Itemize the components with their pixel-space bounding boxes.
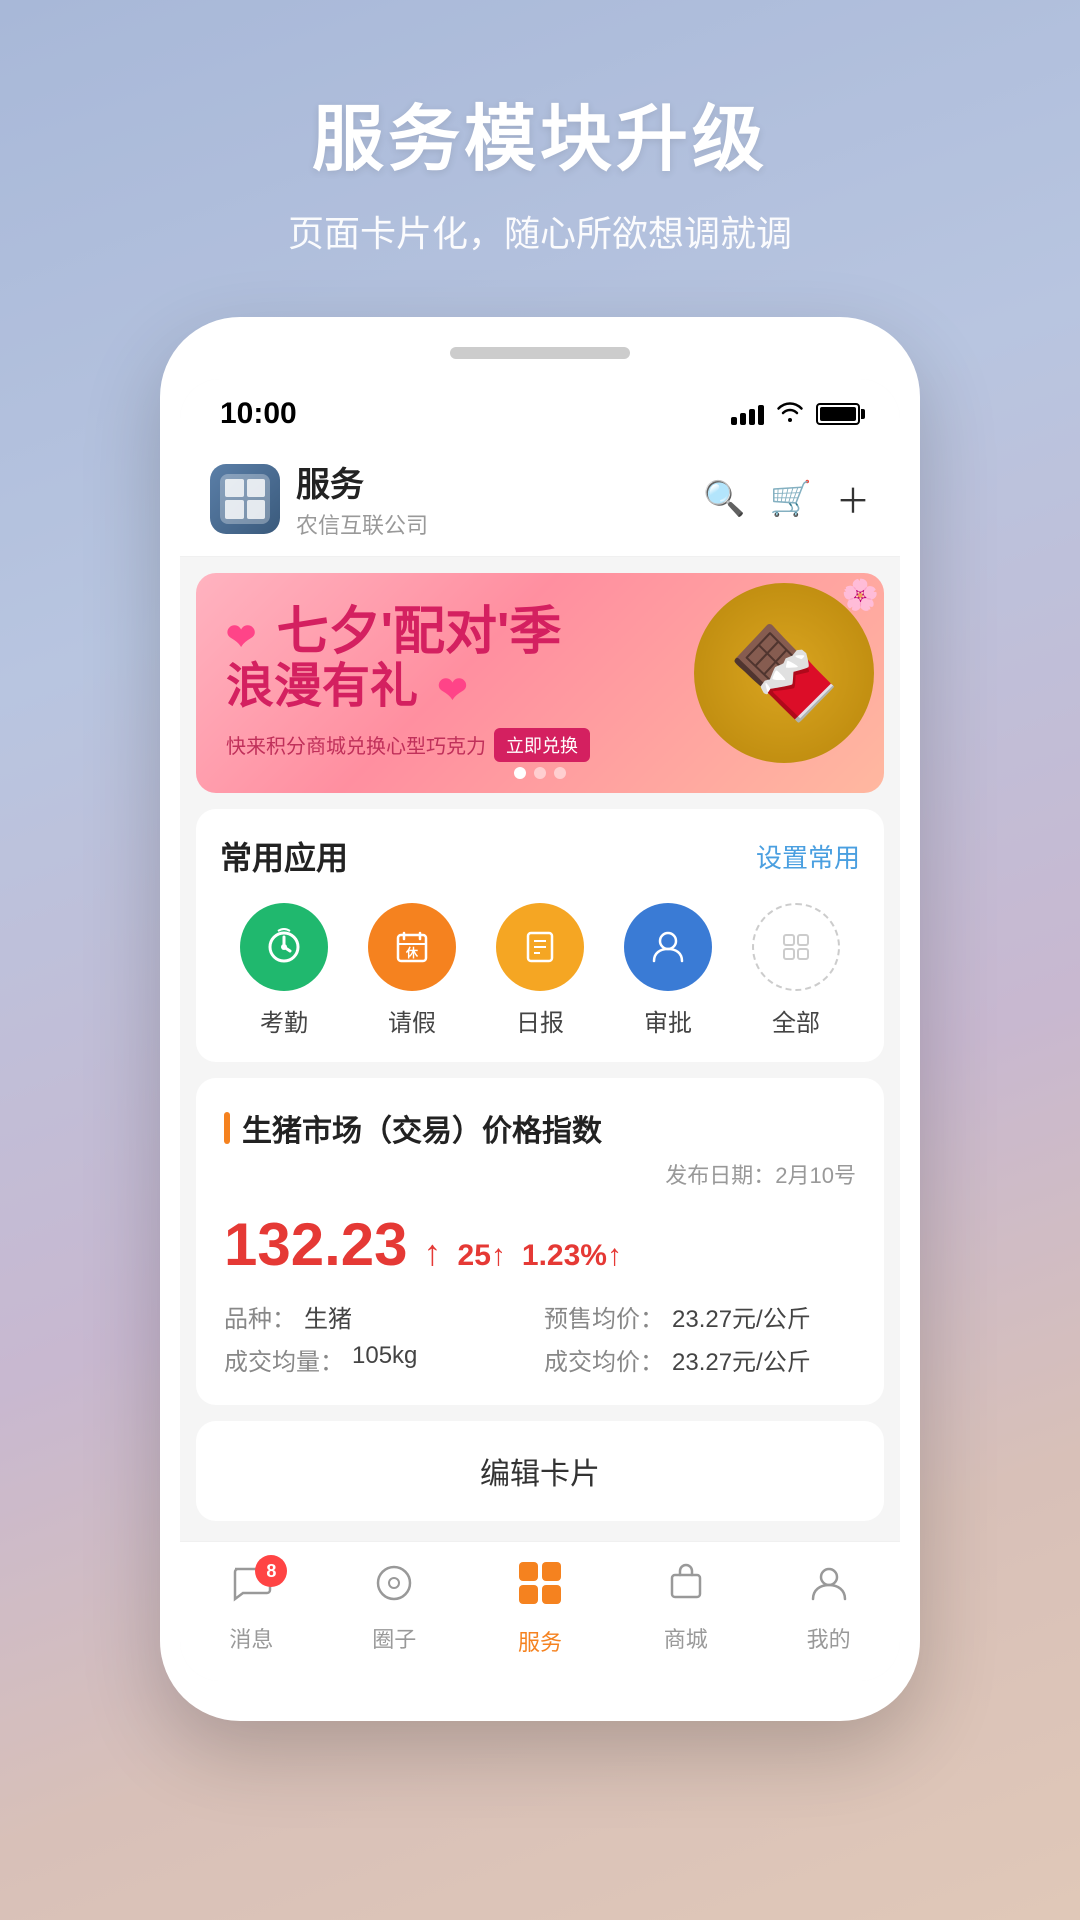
attendance-label: 考勤 <box>260 1003 308 1038</box>
flower-decoration: 🌸 <box>842 578 879 613</box>
shop-label: 商城 <box>664 1622 708 1654</box>
nav-item-service[interactable]: 服务 <box>515 1558 565 1657</box>
circle-label: 圈子 <box>372 1622 416 1654</box>
banner-dots <box>514 767 566 779</box>
market-date: 发布日期：2月10号 <box>224 1158 856 1190</box>
status-icons <box>731 400 860 429</box>
all-icon <box>752 903 840 991</box>
section-header: 常用应用 设置常用 <box>220 833 860 879</box>
cart-icon[interactable]: 🛒 <box>770 479 812 519</box>
app-company: 农信互联公司 <box>296 508 703 540</box>
edit-card-button[interactable]: 编辑卡片 <box>196 1421 884 1521</box>
circle-icon <box>372 1561 416 1616</box>
app-header: 服务 农信互联公司 🔍 🛒 ＋ <box>180 441 900 557</box>
messages-label: 消息 <box>229 1622 273 1654</box>
nav-item-profile[interactable]: 我的 <box>807 1561 851 1654</box>
add-icon[interactable]: ＋ <box>836 474 870 523</box>
status-bar: 10:00 <box>180 379 900 441</box>
approve-label: 审批 <box>644 1003 692 1038</box>
app-header-icons: 🔍 🛒 ＋ <box>703 474 870 523</box>
dot-1 <box>514 767 526 779</box>
wifi-icon <box>776 400 804 429</box>
market-header: 生猪市场（交易）价格指数 <box>224 1106 856 1150</box>
market-price-row: 132.23 ↑ 25↑ 1.23%↑ <box>224 1210 856 1279</box>
signal-icon <box>731 403 764 425</box>
price-arrow: ↑ <box>424 1232 442 1274</box>
market-card: 生猪市场（交易）价格指数 发布日期：2月10号 132.23 ↑ 25↑ 1.2… <box>196 1078 884 1405</box>
banner-image: 🍫 🌸 <box>644 573 884 793</box>
shop-icon <box>664 1561 708 1616</box>
section-title: 常用应用 <box>220 833 348 879</box>
market-title: 生猪市场（交易）价格指数 <box>242 1106 602 1150</box>
phone-notch <box>450 347 630 359</box>
app-logo <box>210 464 280 534</box>
phone-mockup: 10:00 <box>160 317 920 1721</box>
page-title: 服务模块升级 <box>288 80 792 185</box>
app-name: 服务 <box>296 457 703 506</box>
nav-item-messages[interactable]: 8 消息 <box>229 1561 273 1654</box>
dot-2 <box>534 767 546 779</box>
banner[interactable]: ❤ 七夕'配对'季 浪漫有礼 ❤ 快来积分商城兑换心型巧克力 立即兑换 🍫 🌸 <box>196 573 884 793</box>
nav-item-circle[interactable]: 圈子 <box>372 1561 416 1654</box>
market-indicator <box>224 1112 230 1144</box>
detail-breed: 品种： 生猪 <box>224 1299 536 1334</box>
all-label: 全部 <box>772 1003 820 1038</box>
bottom-nav: 8 消息 圈子 <box>180 1541 900 1681</box>
profile-label: 我的 <box>807 1622 851 1654</box>
leave-label: 请假 <box>388 1003 436 1038</box>
daily-icon <box>496 903 584 991</box>
market-details: 品种： 生猪 预售均价： 23.27元/公斤 成交均量： 105kg 成交均价：… <box>224 1299 856 1377</box>
profile-icon <box>807 1561 851 1616</box>
phone-screen: 10:00 <box>180 379 900 1681</box>
banner-cta: 快来积分商城兑换心型巧克力 立即兑换 <box>226 728 614 762</box>
common-apps-card: 常用应用 设置常用 考勤 <box>196 809 884 1062</box>
app-item-attendance[interactable]: 考勤 <box>234 903 334 1038</box>
status-time: 10:00 <box>220 397 297 431</box>
attendance-icon <box>240 903 328 991</box>
app-item-daily[interactable]: 日报 <box>490 903 590 1038</box>
price-main: 132.23 <box>224 1210 408 1279</box>
cta-action-btn[interactable]: 立即兑换 <box>494 728 590 762</box>
price-change1: 25↑ <box>458 1239 506 1273</box>
detail-volume: 成交均量： 105kg <box>224 1342 536 1377</box>
app-title-group: 服务 农信互联公司 <box>296 457 703 540</box>
detail-deal: 成交均价： 23.27元/公斤 <box>544 1342 856 1377</box>
banner-subtitle: 浪漫有礼 ❤ <box>226 661 614 714</box>
service-icon <box>515 1558 565 1619</box>
app-item-leave[interactable]: 休 请假 <box>362 903 462 1038</box>
leave-icon: 休 <box>368 903 456 991</box>
banner-text: ❤ 七夕'配对'季 浪漫有礼 ❤ 快来积分商城兑换心型巧克力 立即兑换 <box>196 580 644 786</box>
battery-icon <box>816 403 860 425</box>
app-item-all[interactable]: 全部 <box>746 903 846 1038</box>
daily-label: 日报 <box>516 1003 564 1038</box>
page-header: 服务模块升级 页面卡片化，随心所欲想调就调 <box>288 80 792 257</box>
messages-icon: 8 <box>229 1561 273 1616</box>
svg-text:休: 休 <box>405 945 419 960</box>
page-subtitle: 页面卡片化，随心所欲想调就调 <box>288 205 792 257</box>
search-icon[interactable]: 🔍 <box>703 479 745 519</box>
service-label: 服务 <box>518 1625 562 1657</box>
banner-title: ❤ 七夕'配对'季 <box>226 604 614 661</box>
detail-presale: 预售均价： 23.27元/公斤 <box>544 1299 856 1334</box>
apps-grid: 考勤 休 请假 <box>220 903 860 1038</box>
dot-3 <box>554 767 566 779</box>
nav-item-shop[interactable]: 商城 <box>664 1561 708 1654</box>
approve-icon <box>624 903 712 991</box>
app-item-approve[interactable]: 审批 <box>618 903 718 1038</box>
messages-badge: 8 <box>255 1555 287 1587</box>
price-change2: 1.23%↑ <box>522 1239 622 1273</box>
section-action[interactable]: 设置常用 <box>756 838 860 875</box>
